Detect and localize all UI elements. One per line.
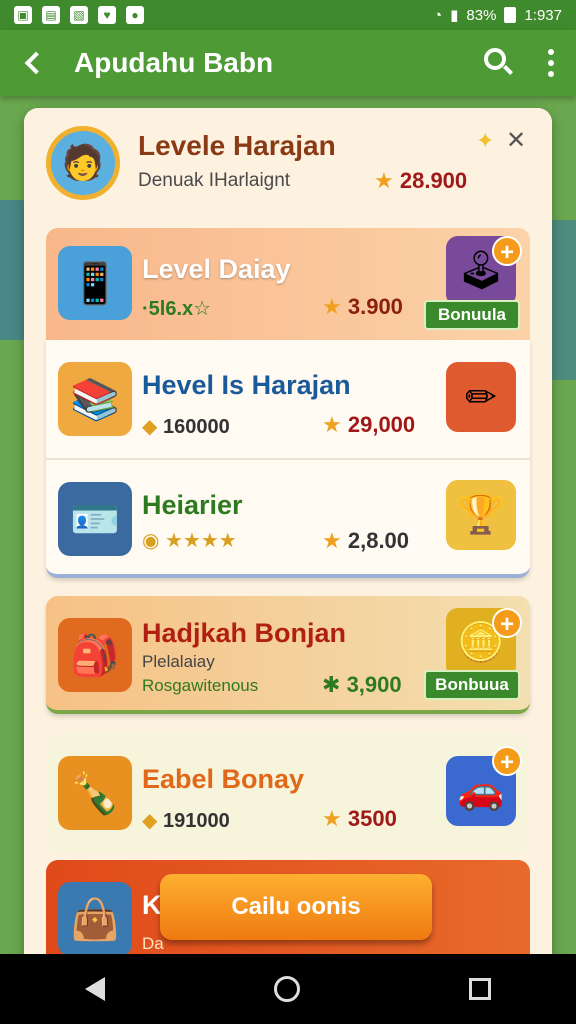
gem-icon: ◆ bbox=[142, 810, 158, 832]
row-subtitle: Plelalaiay bbox=[142, 652, 215, 671]
row-title: Hadjkah Bonjan bbox=[142, 618, 347, 648]
row-title: Eabel Bonay bbox=[142, 764, 305, 794]
app-bar: Apudahu Babn bbox=[0, 30, 576, 96]
signal-icon: ▮ bbox=[450, 7, 459, 24]
list-item[interactable]: 🪪 Heiarier ◉ ★★★★ ★ 2,8.00 🏆 bbox=[46, 460, 530, 578]
app-title: Apudahu Babn bbox=[74, 47, 274, 78]
search-button[interactable] bbox=[470, 30, 526, 96]
book-icon: 📚 bbox=[58, 362, 132, 436]
row-title: Level Daiay bbox=[142, 254, 291, 284]
row-score: ✱ 3,900 bbox=[322, 672, 402, 697]
phone-icon: 📱 bbox=[58, 246, 132, 320]
chevron-left-icon bbox=[24, 51, 48, 75]
star-icon: ★ bbox=[322, 528, 342, 553]
list-item[interactable]: 🎒 Hadjkah Bonjan Plelalaiay Rosgawitenou… bbox=[46, 596, 530, 714]
row-meta: ·5l6.x☆ bbox=[142, 298, 212, 320]
backpack-icon: 🎒 bbox=[58, 618, 132, 692]
level-panel: 🧑 Levele Harajan Denuak IHarlaignt ★ 28.… bbox=[24, 108, 552, 968]
gem-icon: ◆ bbox=[142, 416, 158, 438]
bonus-button[interactable]: Bonuula bbox=[424, 300, 520, 330]
row-subtitle: Da bbox=[142, 934, 164, 953]
bonus-button[interactable]: Bonbuua bbox=[424, 670, 520, 700]
star-icon: ★ bbox=[322, 806, 342, 831]
row-subtitle-secondary: Rosgawitenous bbox=[142, 676, 259, 695]
row-rating: ◉ ★★★★ bbox=[142, 530, 237, 552]
list-item[interactable]: 📚 Hevel Is Harajan ◆ 160000 ★ 29,000 ✏ bbox=[46, 340, 530, 458]
nav-back-icon[interactable] bbox=[84, 977, 105, 1001]
row-score: ★ 2,8.00 bbox=[322, 528, 410, 553]
chart-icon: ▤ bbox=[42, 6, 60, 24]
list-item[interactable]: 📱 Level Daiay ·5l6.x☆ ★ 3.900 🕹 + Bonuul… bbox=[46, 228, 530, 340]
row-title: K bbox=[142, 890, 162, 920]
profile-name: Levele Harajan bbox=[138, 130, 336, 161]
star-icon: ★ bbox=[322, 412, 342, 437]
image-icon: ▣ bbox=[14, 6, 32, 24]
row-meta: ◆ 160000 bbox=[142, 416, 230, 438]
profile-card-icon: 🪪 bbox=[58, 482, 132, 556]
profile-subtitle: Denuak IHarlaignt bbox=[138, 170, 291, 191]
avatar[interactable]: 🧑 bbox=[46, 126, 120, 200]
profile-score: ★ 28.900 bbox=[374, 168, 468, 193]
battery-icon bbox=[504, 7, 517, 23]
row-score: ★ 29,000 bbox=[322, 412, 416, 437]
row-title: Heiarier bbox=[142, 490, 243, 520]
trophy-icon: 🏆 bbox=[446, 480, 516, 550]
battery-percent: 83% bbox=[466, 6, 497, 24]
wifi-icon: ◔ bbox=[433, 6, 443, 24]
status-bar: ▣ ▤ ▧ ♥ ● ◔ ▮ 83% 1:937 bbox=[0, 0, 576, 30]
row-meta: ◆ 191000 bbox=[142, 810, 230, 832]
row-title: Hevel Is Harajan bbox=[142, 370, 351, 400]
coin-icon: ◉ bbox=[142, 530, 160, 552]
close-button[interactable]: ✕ bbox=[506, 126, 526, 155]
status-icons: ▣ ▤ ▧ ♥ ● bbox=[14, 6, 144, 24]
more-options-button[interactable] bbox=[526, 30, 576, 96]
star-icon: ★ bbox=[322, 294, 342, 319]
nav-recents-icon[interactable] bbox=[469, 978, 492, 1000]
bottle-icon: 🍾 bbox=[58, 756, 132, 830]
sparkle-icon: ✦ bbox=[476, 128, 495, 153]
pencil-icon: ✏ bbox=[446, 362, 516, 432]
profile-header: 🧑 Levele Harajan Denuak IHarlaignt ★ 28.… bbox=[24, 108, 552, 220]
plus-icon[interactable]: + bbox=[492, 746, 522, 776]
star-icon: ★ bbox=[374, 168, 394, 193]
star-icon: ✱ bbox=[322, 672, 341, 697]
nav-home-icon[interactable] bbox=[273, 976, 300, 1002]
gallery-icon: ▧ bbox=[70, 6, 88, 24]
row-score: ★ 3500 bbox=[322, 806, 397, 831]
row-score: ★ 3.900 bbox=[322, 294, 403, 319]
system-nav-bar bbox=[0, 954, 576, 1024]
heart-icon: ♥ bbox=[98, 6, 116, 24]
primary-action-button[interactable]: Cailu oonis bbox=[160, 874, 432, 940]
circle-icon: ● bbox=[126, 6, 144, 24]
clock: 1:937 bbox=[524, 6, 562, 24]
plus-icon[interactable]: + bbox=[492, 236, 522, 266]
plus-icon[interactable]: + bbox=[492, 608, 522, 638]
list-item[interactable]: 🍾 Eabel Bonay ◆ 191000 ★ 3500 🚗 + bbox=[46, 734, 530, 852]
back-button[interactable] bbox=[0, 30, 64, 96]
bag-icon: 👜 bbox=[58, 882, 132, 956]
